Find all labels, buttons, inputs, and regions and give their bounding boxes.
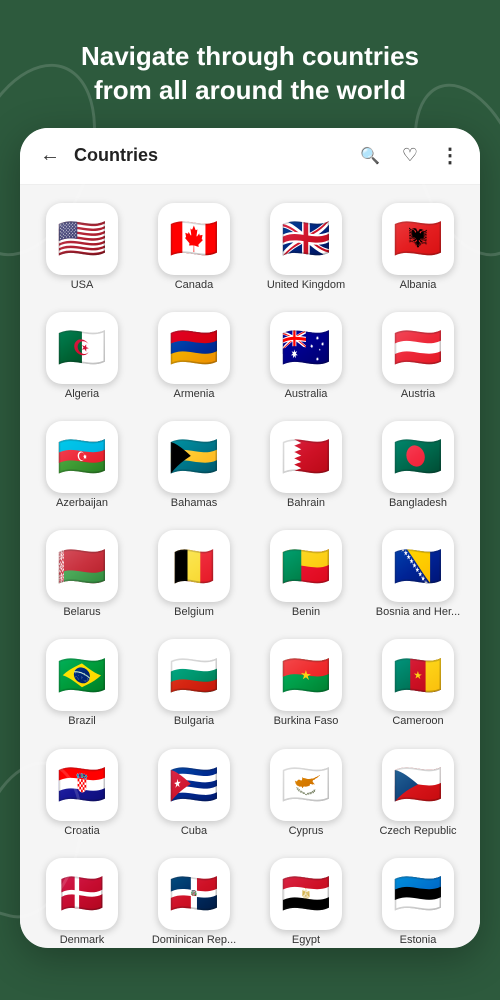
flag-icon: 🇦🇹: [382, 312, 454, 384]
country-item[interactable]: 🇧🇩 Bangladesh: [366, 415, 470, 516]
flag-icon: 🇪🇬: [270, 858, 342, 930]
country-item[interactable]: 🇨🇾 Cyprus: [254, 743, 358, 844]
country-name: USA: [71, 279, 94, 292]
country-item[interactable]: 🇨🇦 Canada: [142, 197, 246, 298]
countries-grid-container[interactable]: 🇺🇸 USA 🇨🇦 Canada 🇬🇧 United Kingdom 🇦🇱 Albania 🇩🇿…: [20, 185, 480, 947]
country-item[interactable]: 🇧🇫 Burkina Faso: [254, 633, 358, 734]
country-name: Bulgaria: [174, 715, 214, 728]
flag-icon: 🇧🇯: [270, 530, 342, 602]
flag-icon: 🇧🇬: [158, 639, 230, 711]
flag-icon: 🇦🇿: [46, 421, 118, 493]
country-name: Dominican Rep...: [152, 934, 236, 947]
flag-icon: 🇺🇸: [46, 203, 118, 275]
flag-icon: 🇦🇱: [382, 203, 454, 275]
flag-icon: 🇧🇩: [382, 421, 454, 493]
header-title: Navigate through countries from all arou…: [0, 0, 500, 128]
flag-icon: 🇧🇪: [158, 530, 230, 602]
app-bar-icons: [358, 144, 462, 168]
country-name: Egypt: [292, 934, 320, 947]
country-name: Bahrain: [287, 497, 325, 510]
flag-icon: 🇦🇲: [158, 312, 230, 384]
country-item[interactable]: 🇦🇱 Albania: [366, 197, 470, 298]
flag-icon: 🇪🇪: [382, 858, 454, 930]
country-name: Bahamas: [171, 497, 217, 510]
country-name: Brazil: [68, 715, 96, 728]
country-item[interactable]: 🇩🇴 Dominican Rep...: [142, 852, 246, 947]
flag-icon: 🇧🇷: [46, 639, 118, 711]
flag-icon: 🇧🇦: [382, 530, 454, 602]
country-item[interactable]: 🇧🇷 Brazil: [30, 633, 134, 734]
country-name: Belarus: [63, 606, 100, 619]
country-name: United Kingdom: [267, 279, 345, 292]
country-name: Cameroon: [392, 715, 443, 728]
country-item[interactable]: 🇧🇦 Bosnia and Her...: [366, 524, 470, 625]
country-item[interactable]: 🇪🇬 Egypt: [254, 852, 358, 947]
app-bar: Countries: [20, 128, 480, 185]
country-item[interactable]: 🇦🇲 Armenia: [142, 306, 246, 407]
flag-icon: 🇨🇲: [382, 639, 454, 711]
country-item[interactable]: 🇨🇲 Cameroon: [366, 633, 470, 734]
country-name: Czech Republic: [379, 825, 456, 838]
flag-icon: 🇨🇿: [382, 749, 454, 821]
search-button[interactable]: [358, 144, 382, 168]
more-button[interactable]: [438, 144, 462, 168]
country-item[interactable]: 🇪🇪 Estonia: [366, 852, 470, 947]
country-item[interactable]: 🇩🇰 Denmark: [30, 852, 134, 947]
country-item[interactable]: 🇭🇷 Croatia: [30, 743, 134, 844]
country-item[interactable]: 🇧🇸 Bahamas: [142, 415, 246, 516]
country-item[interactable]: 🇨🇿 Czech Republic: [366, 743, 470, 844]
country-name: Belgium: [174, 606, 214, 619]
flag-icon: 🇨🇦: [158, 203, 230, 275]
country-item[interactable]: 🇧🇬 Bulgaria: [142, 633, 246, 734]
country-name: Cyprus: [289, 825, 324, 838]
country-name: Azerbaijan: [56, 497, 108, 510]
header-section: Navigate through countries from all arou…: [0, 0, 500, 128]
country-item[interactable]: 🇨🇺 Cuba: [142, 743, 246, 844]
country-item[interactable]: 🇬🇧 United Kingdom: [254, 197, 358, 298]
flag-icon: 🇧🇸: [158, 421, 230, 493]
country-name: Cuba: [181, 825, 207, 838]
country-name: Australia: [285, 388, 328, 401]
app-bar-left: Countries: [38, 144, 158, 168]
flag-icon: 🇭🇷: [46, 749, 118, 821]
flag-icon: 🇩🇰: [46, 858, 118, 930]
country-name: Estonia: [400, 934, 437, 947]
country-item[interactable]: 🇺🇸 USA: [30, 197, 134, 298]
country-name: Algeria: [65, 388, 99, 401]
country-name: Croatia: [64, 825, 99, 838]
country-name: Austria: [401, 388, 435, 401]
flag-icon: 🇨🇺: [158, 749, 230, 821]
country-name: Benin: [292, 606, 320, 619]
flag-icon: 🇬🇧: [270, 203, 342, 275]
country-name: Bangladesh: [389, 497, 447, 510]
country-item[interactable]: 🇧🇭 Bahrain: [254, 415, 358, 516]
country-name: Canada: [175, 279, 214, 292]
country-name: Albania: [400, 279, 437, 292]
flag-icon: 🇩🇿: [46, 312, 118, 384]
country-item[interactable]: 🇧🇾 Belarus: [30, 524, 134, 625]
phone-frame: Countries 🇺🇸 USA 🇨🇦 Canada 🇬🇧 United Kingdom 🇦…: [20, 128, 480, 948]
flag-icon: 🇨🇾: [270, 749, 342, 821]
country-name: Burkina Faso: [274, 715, 339, 728]
flag-icon: 🇦🇺: [270, 312, 342, 384]
country-name: Armenia: [174, 388, 215, 401]
country-item[interactable]: 🇩🇿 Algeria: [30, 306, 134, 407]
country-item[interactable]: 🇦🇺 Australia: [254, 306, 358, 407]
flag-icon: 🇧🇾: [46, 530, 118, 602]
favorite-button[interactable]: [398, 144, 422, 168]
country-item[interactable]: 🇦🇿 Azerbaijan: [30, 415, 134, 516]
country-item[interactable]: 🇧🇯 Benin: [254, 524, 358, 625]
app-bar-title: Countries: [74, 145, 158, 166]
country-item[interactable]: 🇦🇹 Austria: [366, 306, 470, 407]
flag-icon: 🇧🇭: [270, 421, 342, 493]
country-item[interactable]: 🇧🇪 Belgium: [142, 524, 246, 625]
country-name: Bosnia and Her...: [376, 606, 460, 619]
flag-icon: 🇧🇫: [270, 639, 342, 711]
flag-icon: 🇩🇴: [158, 858, 230, 930]
country-name: Denmark: [60, 934, 105, 947]
back-button[interactable]: [38, 144, 62, 168]
countries-grid: 🇺🇸 USA 🇨🇦 Canada 🇬🇧 United Kingdom 🇦🇱 Albania 🇩🇿…: [30, 197, 470, 947]
